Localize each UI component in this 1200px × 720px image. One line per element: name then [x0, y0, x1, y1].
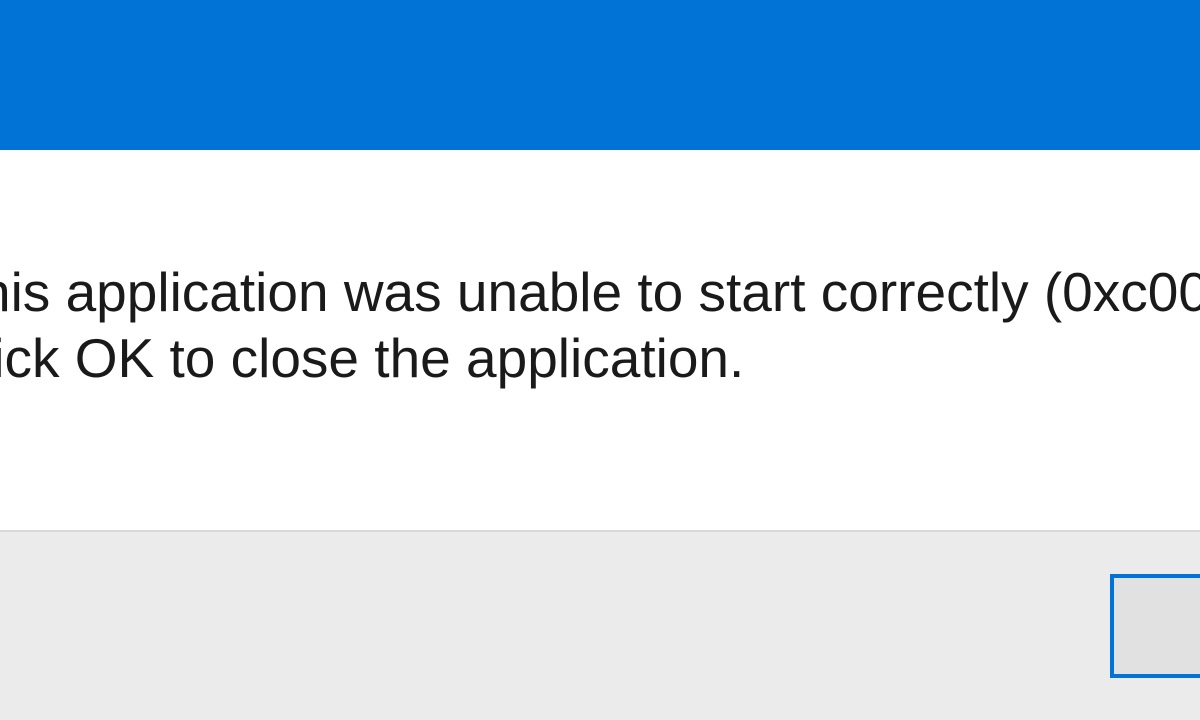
dialog-button-bar: [0, 530, 1200, 720]
ok-button[interactable]: [1110, 574, 1200, 678]
error-dialog: his application was unable to start corr…: [0, 0, 1200, 720]
dialog-content: his application was unable to start corr…: [0, 150, 1200, 530]
dialog-titlebar[interactable]: [0, 0, 1200, 150]
error-message-line1: his application was unable to start corr…: [0, 259, 1200, 325]
error-message-line2: lick OK to close the application.: [0, 325, 1200, 391]
